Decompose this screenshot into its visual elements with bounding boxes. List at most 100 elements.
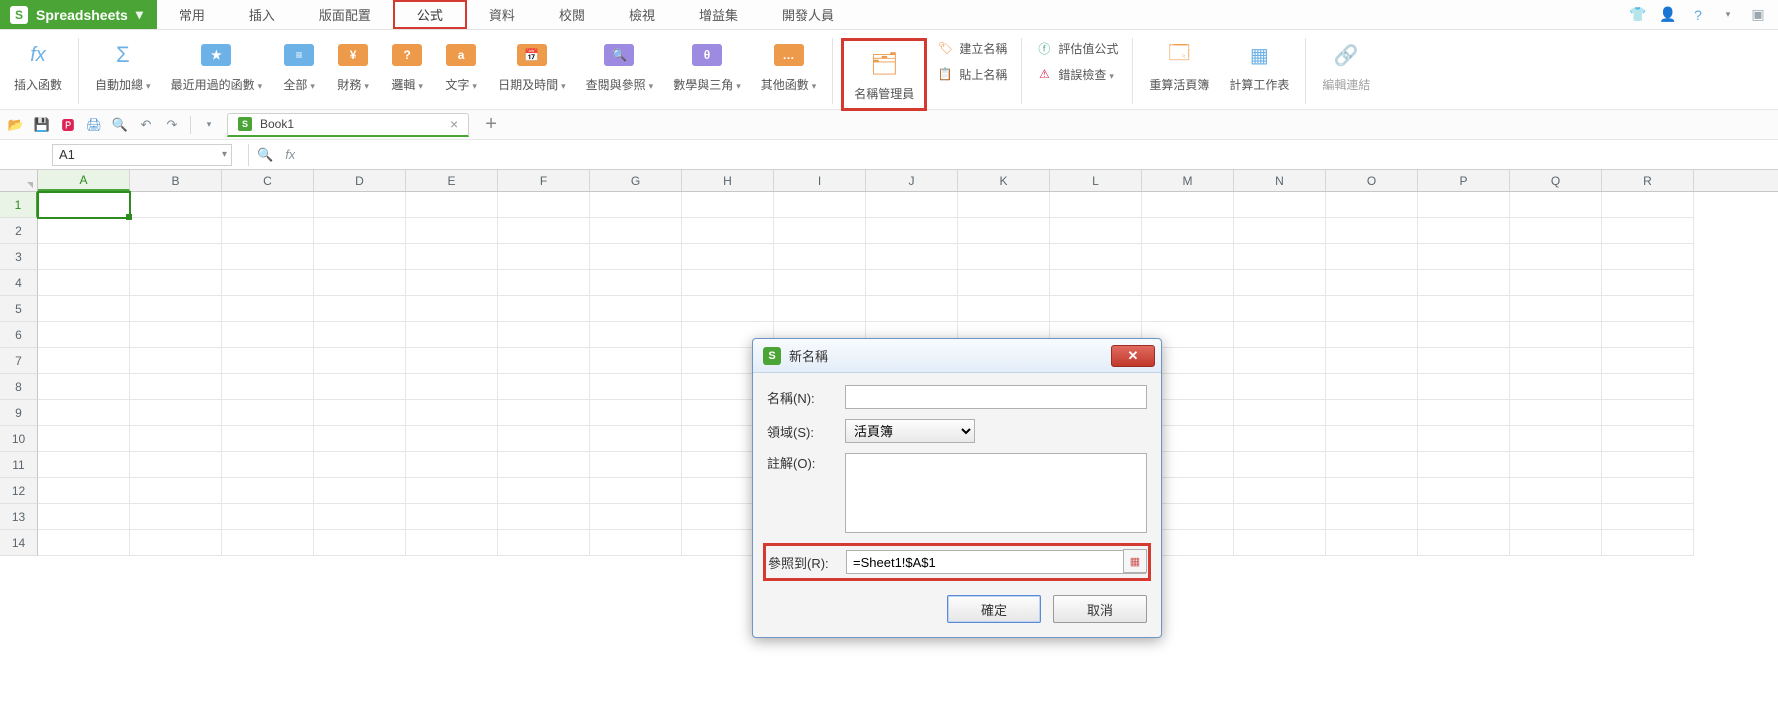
column-header[interactable]: I <box>774 170 866 191</box>
cell[interactable] <box>130 452 222 478</box>
cell[interactable] <box>1510 374 1602 400</box>
cell[interactable] <box>590 374 682 400</box>
cell[interactable] <box>498 218 590 244</box>
cell[interactable] <box>958 296 1050 322</box>
cell[interactable] <box>498 530 590 556</box>
cell[interactable] <box>314 530 406 556</box>
column-header[interactable]: J <box>866 170 958 191</box>
menu-常用[interactable]: 常用 <box>157 0 227 29</box>
cell[interactable] <box>682 244 774 270</box>
cell[interactable] <box>1234 348 1326 374</box>
cell[interactable] <box>130 218 222 244</box>
cell[interactable] <box>38 530 130 556</box>
cell[interactable] <box>130 244 222 270</box>
all-functions-button[interactable]: ≡ 全部 <box>274 38 324 93</box>
cell[interactable] <box>406 478 498 504</box>
cell[interactable] <box>130 504 222 530</box>
cell[interactable] <box>1510 478 1602 504</box>
cell[interactable] <box>1418 504 1510 530</box>
cell[interactable] <box>1510 348 1602 374</box>
column-header[interactable]: P <box>1418 170 1510 191</box>
cell[interactable] <box>1418 400 1510 426</box>
menu-版面配置[interactable]: 版面配置 <box>297 0 393 29</box>
cell[interactable] <box>498 296 590 322</box>
row-header[interactable]: 14 <box>0 530 38 556</box>
cell[interactable] <box>1234 452 1326 478</box>
cell[interactable] <box>1234 218 1326 244</box>
cell[interactable] <box>38 504 130 530</box>
column-header[interactable]: O <box>1326 170 1418 191</box>
cell[interactable] <box>1234 296 1326 322</box>
cell[interactable] <box>1602 296 1694 322</box>
other-functions-button[interactable]: … 其他函數 <box>753 38 825 93</box>
cell[interactable] <box>1234 426 1326 452</box>
cell[interactable] <box>314 426 406 452</box>
column-header[interactable]: M <box>1142 170 1234 191</box>
cell[interactable] <box>222 270 314 296</box>
logic-button[interactable]: ? 邏輯 <box>382 38 432 93</box>
cell[interactable] <box>314 322 406 348</box>
undo-icon[interactable]: ↶ <box>138 117 154 133</box>
column-header[interactable]: R <box>1602 170 1694 191</box>
cell[interactable] <box>406 218 498 244</box>
cell[interactable] <box>498 426 590 452</box>
cell[interactable] <box>682 192 774 218</box>
new-tab-button[interactable]: + <box>485 113 497 136</box>
row-header[interactable]: 1 <box>0 192 38 218</box>
cell[interactable] <box>130 478 222 504</box>
name-manager-button[interactable]: 🗂 名稱管理員 <box>841 38 927 111</box>
select-all-corner[interactable] <box>0 170 38 191</box>
cell[interactable] <box>1326 478 1418 504</box>
cell[interactable] <box>406 348 498 374</box>
cell[interactable] <box>314 348 406 374</box>
row-header[interactable]: 8 <box>0 374 38 400</box>
cell[interactable] <box>590 478 682 504</box>
cell[interactable] <box>38 192 130 218</box>
cell[interactable] <box>1602 218 1694 244</box>
comment-textarea[interactable] <box>845 453 1147 533</box>
cell[interactable] <box>130 322 222 348</box>
refers-to-input[interactable] <box>846 550 1146 574</box>
cell[interactable] <box>1142 218 1234 244</box>
menu-資料[interactable]: 資料 <box>467 0 537 29</box>
cell[interactable] <box>1326 426 1418 452</box>
cell[interactable] <box>1510 218 1602 244</box>
cell[interactable] <box>1326 504 1418 530</box>
save-icon[interactable]: 💾 <box>34 117 50 133</box>
cell[interactable] <box>1326 192 1418 218</box>
cell[interactable] <box>314 478 406 504</box>
cell[interactable] <box>590 192 682 218</box>
cell[interactable] <box>1418 192 1510 218</box>
cell[interactable] <box>1050 270 1142 296</box>
cell[interactable] <box>590 452 682 478</box>
cell[interactable] <box>406 452 498 478</box>
autosum-button[interactable]: Σ 自動加總 <box>87 38 159 93</box>
menu-增益集[interactable]: 增益集 <box>677 0 760 29</box>
cell[interactable] <box>222 192 314 218</box>
cell[interactable] <box>406 270 498 296</box>
column-header[interactable]: E <box>406 170 498 191</box>
cell[interactable] <box>866 218 958 244</box>
cell[interactable] <box>1510 504 1602 530</box>
cell[interactable] <box>498 270 590 296</box>
column-header[interactable]: H <box>682 170 774 191</box>
row-header[interactable]: 13 <box>0 504 38 530</box>
cell[interactable] <box>498 192 590 218</box>
name-input[interactable] <box>845 385 1147 409</box>
cell[interactable] <box>406 504 498 530</box>
evaluate-formula-button[interactable]: ⓕ評估值公式 <box>1036 38 1118 58</box>
cell[interactable] <box>498 478 590 504</box>
cell[interactable] <box>682 270 774 296</box>
cell[interactable] <box>406 530 498 556</box>
menu-開發人員[interactable]: 開發人員 <box>760 0 856 29</box>
cell[interactable] <box>222 426 314 452</box>
row-header[interactable]: 9 <box>0 400 38 426</box>
cell[interactable] <box>222 348 314 374</box>
cell[interactable] <box>1326 374 1418 400</box>
cell[interactable] <box>498 244 590 270</box>
cell[interactable] <box>590 296 682 322</box>
cell[interactable] <box>1050 296 1142 322</box>
recent-functions-button[interactable]: ★ 最近用過的函數 <box>163 38 271 93</box>
ok-button[interactable]: 確定 <box>947 595 1041 623</box>
close-tab-icon[interactable]: × <box>450 117 458 131</box>
